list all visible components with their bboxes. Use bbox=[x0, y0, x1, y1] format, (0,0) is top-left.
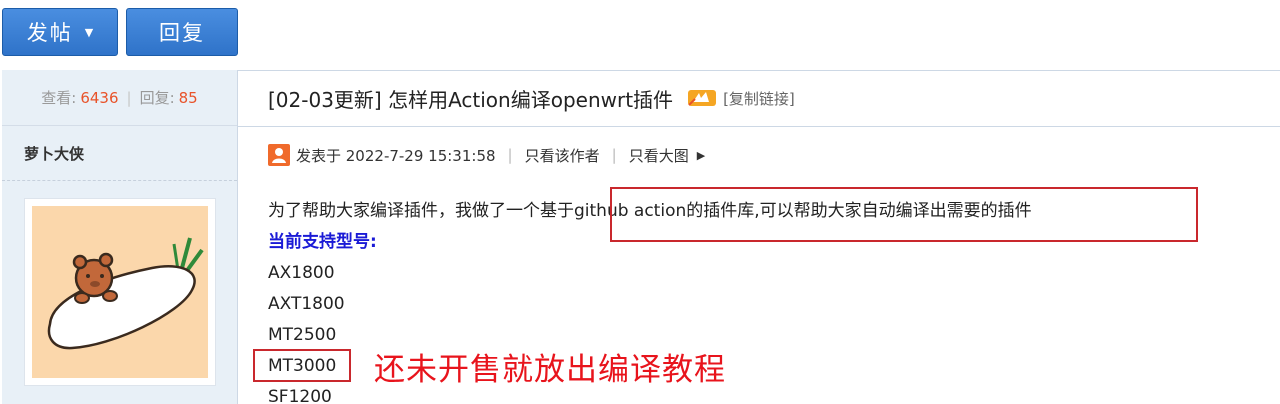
user-online-icon bbox=[268, 144, 290, 166]
author-name-text: 萝卜大侠 bbox=[24, 145, 85, 163]
replies-label: 回复: bbox=[139, 89, 175, 107]
reply-button-label: 回复 bbox=[159, 21, 205, 45]
post-sidebar: 查看: 6436 | 回复: 85 萝卜大侠 bbox=[2, 70, 238, 404]
stats-divider: | bbox=[126, 88, 132, 107]
only-author-link[interactable]: 只看该作者 bbox=[525, 145, 600, 166]
post-meta: 发表于 2022-7-29 15:31:58 | 只看该作者 | 只看大图 ▶ bbox=[268, 140, 705, 170]
views-label: 查看: bbox=[41, 89, 77, 107]
author-name[interactable]: 萝卜大侠 bbox=[2, 127, 237, 181]
meta-divider: | bbox=[507, 146, 513, 164]
post-timestamp: 发表于 2022-7-29 15:31:58 bbox=[296, 146, 496, 165]
annotation-note: 还未开售就放出编译教程 bbox=[374, 352, 726, 388]
avatar-image bbox=[32, 206, 208, 378]
radish-bear-illustration bbox=[47, 237, 204, 350]
highlight-box-mt3000 bbox=[253, 349, 351, 382]
views-count: 6436 bbox=[80, 88, 119, 107]
avatar[interactable] bbox=[24, 198, 216, 386]
copy-link-button[interactable]: [复制链接] bbox=[723, 88, 795, 109]
page-title: [02-03更新] 怎样用Action编译openwrt插件 bbox=[268, 87, 674, 112]
post-button[interactable]: 发帖 ▼ bbox=[2, 8, 118, 56]
model-item: AX1800 bbox=[268, 263, 335, 283]
triangle-right-icon: ▶ bbox=[696, 148, 706, 162]
highlight-box-github-action bbox=[610, 187, 1198, 242]
reply-button[interactable]: 回复 bbox=[126, 8, 238, 56]
hot-thread-icon bbox=[688, 90, 717, 106]
thread-stats: 查看: 6436 | 回复: 85 bbox=[2, 70, 237, 126]
replies-count: 85 bbox=[178, 88, 198, 107]
post-button-label: 发帖 bbox=[26, 21, 73, 45]
chevron-down-icon: ▼ bbox=[84, 25, 94, 39]
meta-divider: | bbox=[611, 146, 617, 164]
thread-title-bar: [02-03更新] 怎样用Action编译openwrt插件 [复制链接] bbox=[238, 70, 1280, 127]
only-large-images-link[interactable]: 只看大图 bbox=[629, 145, 689, 166]
model-item: AXT1800 bbox=[268, 294, 345, 314]
